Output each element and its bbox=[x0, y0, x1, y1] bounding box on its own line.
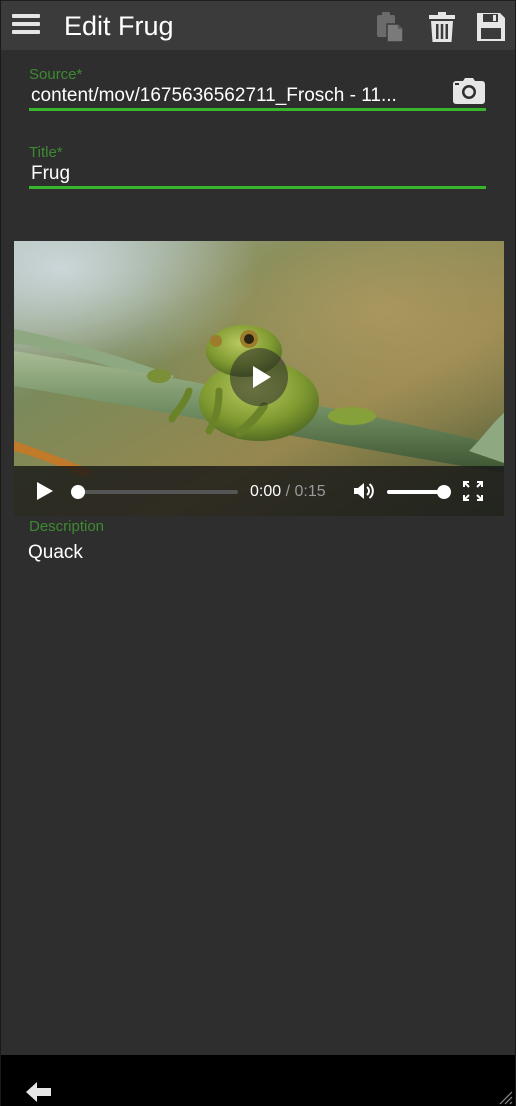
description-text[interactable]: Quack bbox=[28, 542, 83, 564]
camera-icon[interactable] bbox=[452, 77, 486, 105]
back-arrow-icon[interactable] bbox=[25, 1081, 53, 1103]
play-icon[interactable] bbox=[37, 482, 55, 500]
title-label: Title* bbox=[29, 144, 63, 161]
hamburger-menu-icon[interactable] bbox=[12, 14, 40, 38]
description-label: Description bbox=[29, 518, 105, 535]
source-label: Source* bbox=[29, 66, 83, 83]
trash-icon[interactable] bbox=[426, 11, 458, 43]
source-input[interactable] bbox=[29, 84, 427, 108]
time-display: 0:00 / 0:15 bbox=[250, 483, 326, 501]
resize-grip-icon[interactable] bbox=[497, 1089, 513, 1105]
seek-bar[interactable] bbox=[71, 485, 238, 499]
volume-slider[interactable] bbox=[387, 485, 451, 499]
fullscreen-icon[interactable] bbox=[463, 481, 483, 501]
top-bar: Edit Frug bbox=[1, 0, 515, 50]
save-icon[interactable] bbox=[475, 11, 507, 43]
app-window: Edit Frug Source* content/mov/1675636562… bbox=[0, 0, 516, 1106]
current-time: 0:00 bbox=[250, 483, 282, 500]
duration: 0:15 bbox=[294, 483, 326, 500]
page-title: Edit Frug bbox=[64, 11, 174, 41]
title-field: Title* bbox=[29, 144, 486, 189]
video-controls: 0:00 / 0:15 bbox=[14, 466, 504, 516]
seek-thumb[interactable] bbox=[71, 485, 85, 499]
source-field: Source* bbox=[29, 66, 486, 111]
title-input-wrapper bbox=[29, 162, 486, 189]
paste-icon[interactable] bbox=[374, 11, 406, 43]
bottom-bar bbox=[1, 1055, 515, 1106]
time-separator: / bbox=[281, 483, 295, 500]
video-player[interactable]: 0:00 / 0:15 bbox=[14, 241, 504, 516]
title-input[interactable] bbox=[29, 162, 486, 186]
source-input-wrapper bbox=[29, 78, 486, 111]
volume-thumb[interactable] bbox=[437, 485, 451, 499]
big-play-button[interactable] bbox=[230, 348, 288, 406]
volume-icon[interactable] bbox=[353, 481, 375, 501]
